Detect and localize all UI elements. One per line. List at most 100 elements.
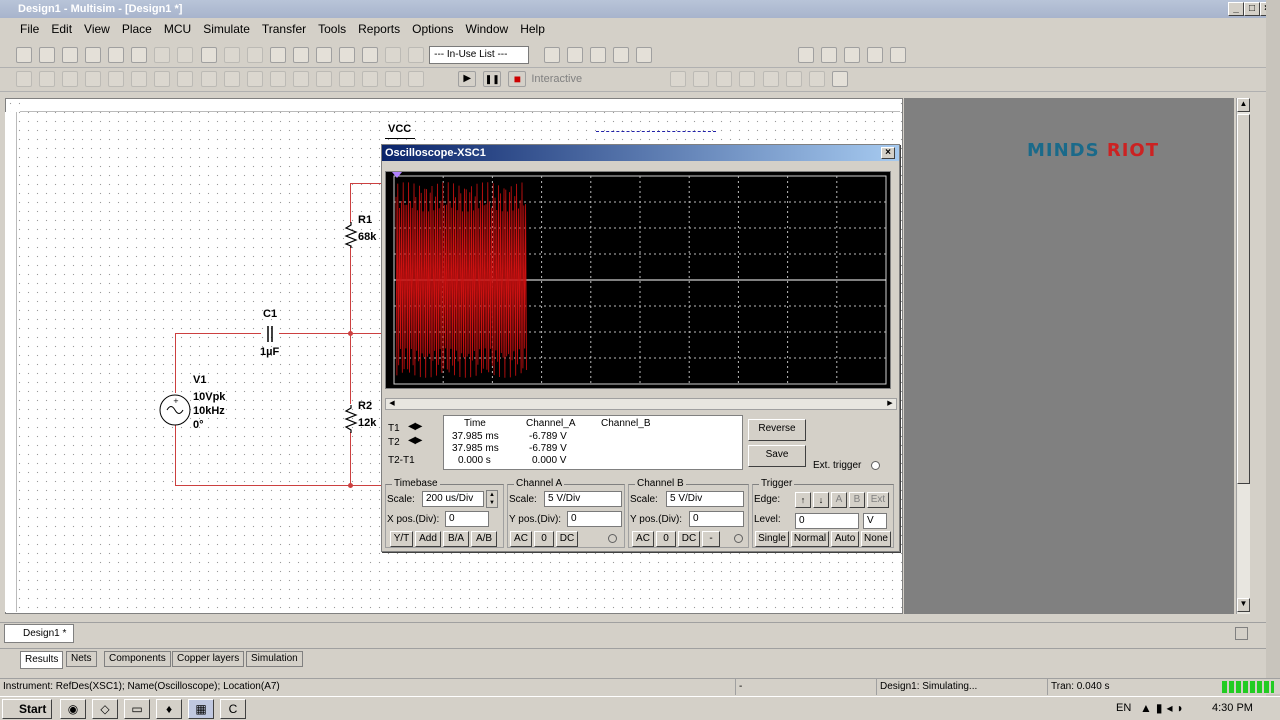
tab-simulation[interactable]: Simulation (246, 651, 303, 667)
menu-place[interactable]: Place (122, 22, 152, 36)
channel-b-zero-button[interactable]: 0 (656, 531, 676, 547)
menu-options[interactable]: Options (412, 22, 453, 36)
reverse-button[interactable]: Reverse (748, 419, 806, 441)
t2-cursor-arrows-icon[interactable]: ◀▶ (408, 435, 422, 446)
spreadsheet-icon[interactable] (292, 47, 309, 63)
menu-edit[interactable]: Edit (51, 22, 72, 36)
instrument-1-icon[interactable] (670, 71, 687, 87)
menu-help[interactable]: Help (520, 22, 545, 36)
zoom-area-icon[interactable] (843, 47, 860, 63)
scroll-right-arrow-icon[interactable]: ▶ (884, 399, 896, 409)
new-icon[interactable] (16, 47, 32, 63)
place-basic-icon[interactable] (39, 71, 56, 87)
place-transistor-icon[interactable] (85, 71, 102, 87)
menu-view[interactable]: View (84, 22, 110, 36)
channel-a-dc-button[interactable]: DC (556, 531, 578, 547)
database-icon[interactable] (315, 47, 332, 63)
run-icon[interactable]: ▶ (458, 71, 477, 87)
app-c-icon[interactable]: C (220, 699, 246, 719)
toggle-view-icon[interactable] (269, 47, 286, 63)
none-button[interactable]: None (861, 531, 891, 547)
channel-a-scale-field[interactable]: 5 V/Div (544, 491, 622, 507)
place-rf-icon[interactable] (246, 71, 263, 87)
scroll-left-arrow-icon[interactable]: ◀ (386, 399, 398, 409)
timebase-xpos-field[interactable]: 0 (445, 511, 489, 527)
stop-icon[interactable]: ■ (508, 71, 527, 87)
oscilloscope-screen[interactable] (385, 171, 891, 389)
hierarchy-icon[interactable] (385, 47, 401, 63)
find-icon[interactable] (613, 47, 630, 63)
postprocessor-icon[interactable] (361, 47, 378, 63)
resistor-r1-symbol[interactable] (344, 222, 358, 248)
print-icon[interactable] (108, 47, 125, 63)
channel-b-ac-button[interactable]: AC (632, 531, 654, 547)
ultiboard-icon[interactable] (590, 47, 607, 63)
channel-a-terminal-icon[interactable] (608, 534, 617, 543)
help-icon[interactable] (636, 47, 653, 63)
paste-icon[interactable] (200, 47, 217, 63)
text-icon[interactable] (408, 71, 425, 87)
scroll-thumb[interactable] (1237, 114, 1250, 484)
falling-edge-icon[interactable]: ↓ (813, 492, 829, 508)
instrument-5-icon[interactable] (762, 71, 779, 87)
instrument-6-icon[interactable] (785, 71, 802, 87)
b-over-a-button[interactable]: B/A (443, 531, 469, 547)
tab-design1[interactable]: Design1 * (4, 624, 74, 643)
subcircuit-icon[interactable] (408, 47, 425, 63)
instrument-7-icon[interactable] (808, 71, 825, 87)
single-button[interactable]: Single (755, 531, 789, 547)
settings-gear-icon[interactable] (831, 71, 848, 87)
explorer-icon[interactable]: ◇ (92, 699, 118, 719)
zoom-fit-icon[interactable] (866, 47, 883, 63)
trigger-level-field[interactable]: 0 (795, 513, 859, 529)
place-source-icon[interactable] (16, 71, 32, 87)
cut-icon[interactable] (154, 47, 171, 63)
trigger-ext-button[interactable]: Ext (867, 492, 889, 508)
tab-results[interactable]: Results (20, 651, 64, 669)
place-cmos-icon[interactable] (154, 71, 171, 87)
redo-icon[interactable] (246, 47, 263, 63)
channel-b-minus-button[interactable]: - (702, 531, 720, 547)
canvas-vertical-scrollbar[interactable]: ▲ ▼ (1236, 98, 1250, 614)
tab-nets[interactable]: Nets (66, 651, 97, 667)
channel-b-scale-field[interactable]: 5 V/Div (666, 491, 744, 507)
tab-copper-layers[interactable]: Copper layers (172, 651, 245, 667)
place-ttl-icon[interactable] (131, 71, 148, 87)
minimize-button[interactable]: _ (1228, 2, 1244, 16)
interactive-label[interactable]: Interactive (531, 73, 582, 85)
rising-edge-icon[interactable]: ↑ (795, 492, 811, 508)
add-button[interactable]: Add (415, 531, 441, 547)
hierarchical-block-icon[interactable] (315, 71, 332, 87)
place-electromech-icon[interactable] (269, 71, 286, 87)
channel-a-ypos-field[interactable]: 0 (567, 511, 622, 527)
zoom-in-icon[interactable] (797, 47, 814, 63)
t1-cursor-arrows-icon[interactable]: ◀▶ (408, 421, 422, 432)
erc-icon[interactable] (544, 47, 561, 63)
tab-close-icon[interactable] (1235, 627, 1248, 640)
capacitor-c1-symbol[interactable] (260, 324, 280, 344)
ext-trigger-terminal-icon[interactable] (871, 461, 880, 470)
chrome-icon[interactable]: ◉ (60, 699, 86, 719)
acrobat-icon[interactable]: ♦ (156, 699, 182, 719)
menu-simulate[interactable]: Simulate (203, 22, 250, 36)
full-screen-icon[interactable] (889, 47, 906, 63)
trigger-a-button[interactable]: A (831, 492, 847, 508)
instrument-2-icon[interactable] (693, 71, 710, 87)
yt-button[interactable]: Y/T (390, 531, 413, 547)
start-button[interactable]: Start (2, 699, 52, 719)
place-mcu-icon[interactable] (292, 71, 309, 87)
grapher-icon[interactable] (338, 47, 355, 63)
menu-tools[interactable]: Tools (318, 22, 346, 36)
open-icon[interactable] (39, 47, 56, 63)
oscilloscope-close-icon[interactable]: × (881, 147, 895, 159)
oscilloscope-title-bar[interactable]: Oscilloscope-XSC1 × (382, 145, 899, 161)
timebase-scale-spinner-icon[interactable]: ▲ ▼ (486, 490, 498, 508)
undo-icon[interactable] (223, 47, 240, 63)
pause-icon[interactable]: ❚❚ (483, 71, 502, 87)
place-misc-icon[interactable] (177, 71, 194, 87)
scroll-down-arrow-icon[interactable]: ▼ (1237, 598, 1250, 612)
a-over-b-button[interactable]: A/B (471, 531, 497, 547)
trigger-level-unit[interactable]: V (863, 513, 887, 529)
clock[interactable]: 4:30 PM (1212, 702, 1253, 714)
tab-components[interactable]: Components (104, 651, 171, 667)
